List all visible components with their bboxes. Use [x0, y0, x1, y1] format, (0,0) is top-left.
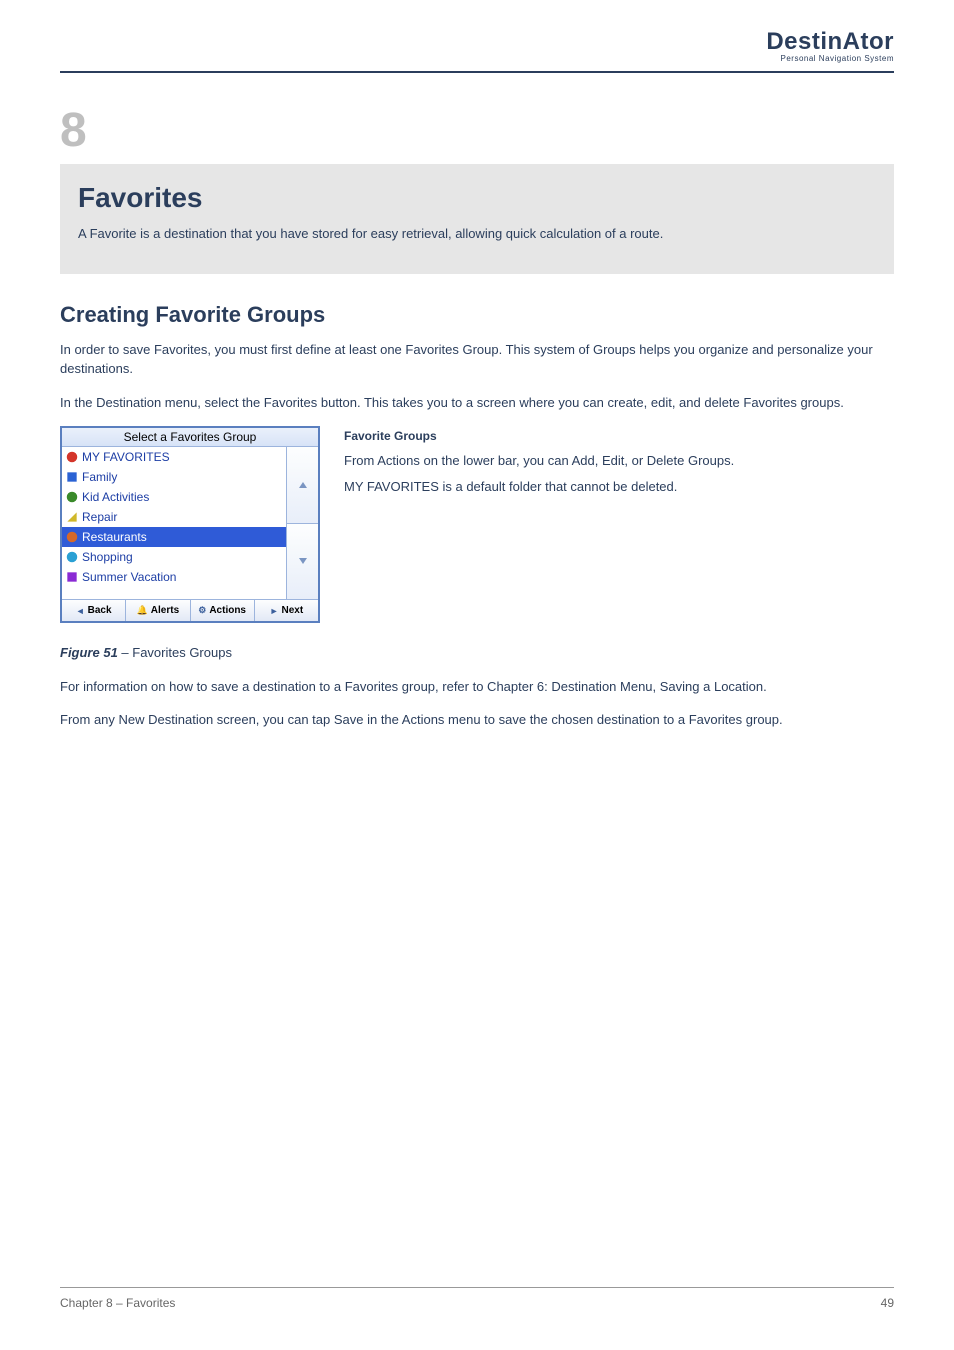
gear-icon: ⚙ [198, 605, 206, 616]
screenshot-toolbar: ◄ Back 🔔 Alerts ⚙ Actions ► Next [62, 599, 318, 621]
logo: DestinAtor Personal Navigation System [766, 30, 894, 63]
figure-row: Select a Favorites Group MY FAVORITES Fa… [60, 426, 894, 623]
alerts-button[interactable]: 🔔 Alerts [126, 600, 190, 621]
list-item[interactable]: Shopping [62, 547, 286, 567]
chapter-number: 8 [60, 103, 894, 158]
wrench-icon [65, 510, 79, 524]
list-item-label: MY FAVORITES [82, 448, 170, 466]
back-arrow-icon: ◄ [76, 606, 85, 616]
list-item[interactable]: Restaurants [62, 527, 286, 547]
next-button[interactable]: ► Next [255, 600, 318, 621]
figure-caption-text: – Favorites Groups [118, 645, 232, 660]
chapter-band: Favorites A Favorite is a destination th… [60, 164, 894, 274]
list-item[interactable]: Kid Activities [62, 487, 286, 507]
body-paragraph: For information on how to save a destina… [60, 677, 894, 697]
list-item-label: Shopping [82, 548, 133, 566]
list-item-label: Family [82, 468, 117, 486]
button-label: Next [281, 605, 303, 616]
screenshot-title: Select a Favorites Group [62, 428, 318, 447]
actions-button[interactable]: ⚙ Actions [191, 600, 255, 621]
family-icon [65, 470, 79, 484]
section-title: Creating Favorite Groups [60, 302, 894, 328]
chapter-title: Favorites [78, 182, 876, 214]
screenshot-body: MY FAVORITES Family Kid Activities [62, 447, 318, 599]
figure-number: Figure 51 [60, 645, 118, 660]
star-icon [65, 450, 79, 464]
bell-icon: 🔔 [137, 605, 148, 616]
restaurant-icon [65, 530, 79, 544]
footer-chapter: Chapter 8 – Favorites [60, 1296, 175, 1310]
back-button[interactable]: ◄ Back [62, 600, 126, 621]
figure-caption: Figure 51 – Favorites Groups [60, 643, 894, 663]
logo-main: DestinAtor [766, 30, 894, 54]
button-label: Alerts [151, 605, 179, 616]
list-item-label: Kid Activities [82, 488, 149, 506]
sidebar-label: Favorite Groups [344, 427, 437, 445]
logo-tagline: Personal Navigation System [766, 54, 894, 63]
vacation-icon [65, 570, 79, 584]
scroll-up-button[interactable] [287, 447, 318, 524]
sidebar-line: MY FAVORITES is a default folder that ca… [344, 477, 894, 497]
shopping-icon [65, 550, 79, 564]
list-item-label: Repair [82, 508, 117, 526]
button-label: Back [88, 605, 112, 616]
scroll-down-button[interactable] [287, 524, 318, 600]
list-item-label: Summer Vacation [82, 568, 176, 586]
chapter-subtitle: A Favorite is a destination that you hav… [78, 224, 876, 244]
sidebar-line: From Actions on the lower bar, you can A… [344, 451, 894, 471]
button-label: Actions [209, 605, 246, 616]
section-paragraph: In order to save Favorites, you must fir… [60, 340, 894, 379]
list-item-label: Restaurants [82, 528, 147, 546]
figure-sidebar: Favorite Groups From Actions on the lowe… [344, 426, 894, 502]
list-item[interactable]: Summer Vacation [62, 567, 286, 587]
page-footer: Chapter 8 – Favorites 49 [60, 1287, 894, 1310]
kid-icon [65, 490, 79, 504]
page-header: DestinAtor Personal Navigation System [60, 30, 894, 73]
scrollbar[interactable] [286, 447, 318, 599]
body-paragraph: From any New Destination screen, you can… [60, 710, 894, 730]
list-item[interactable]: Repair [62, 507, 286, 527]
embedded-screenshot: Select a Favorites Group MY FAVORITES Fa… [60, 426, 320, 623]
footer-page-number: 49 [881, 1296, 894, 1310]
list-item[interactable]: Family [62, 467, 286, 487]
favorites-group-list[interactable]: MY FAVORITES Family Kid Activities [62, 447, 286, 599]
list-item[interactable]: MY FAVORITES [62, 447, 286, 467]
next-arrow-icon: ► [270, 606, 279, 616]
section-paragraph: In the Destination menu, select the Favo… [60, 393, 894, 413]
